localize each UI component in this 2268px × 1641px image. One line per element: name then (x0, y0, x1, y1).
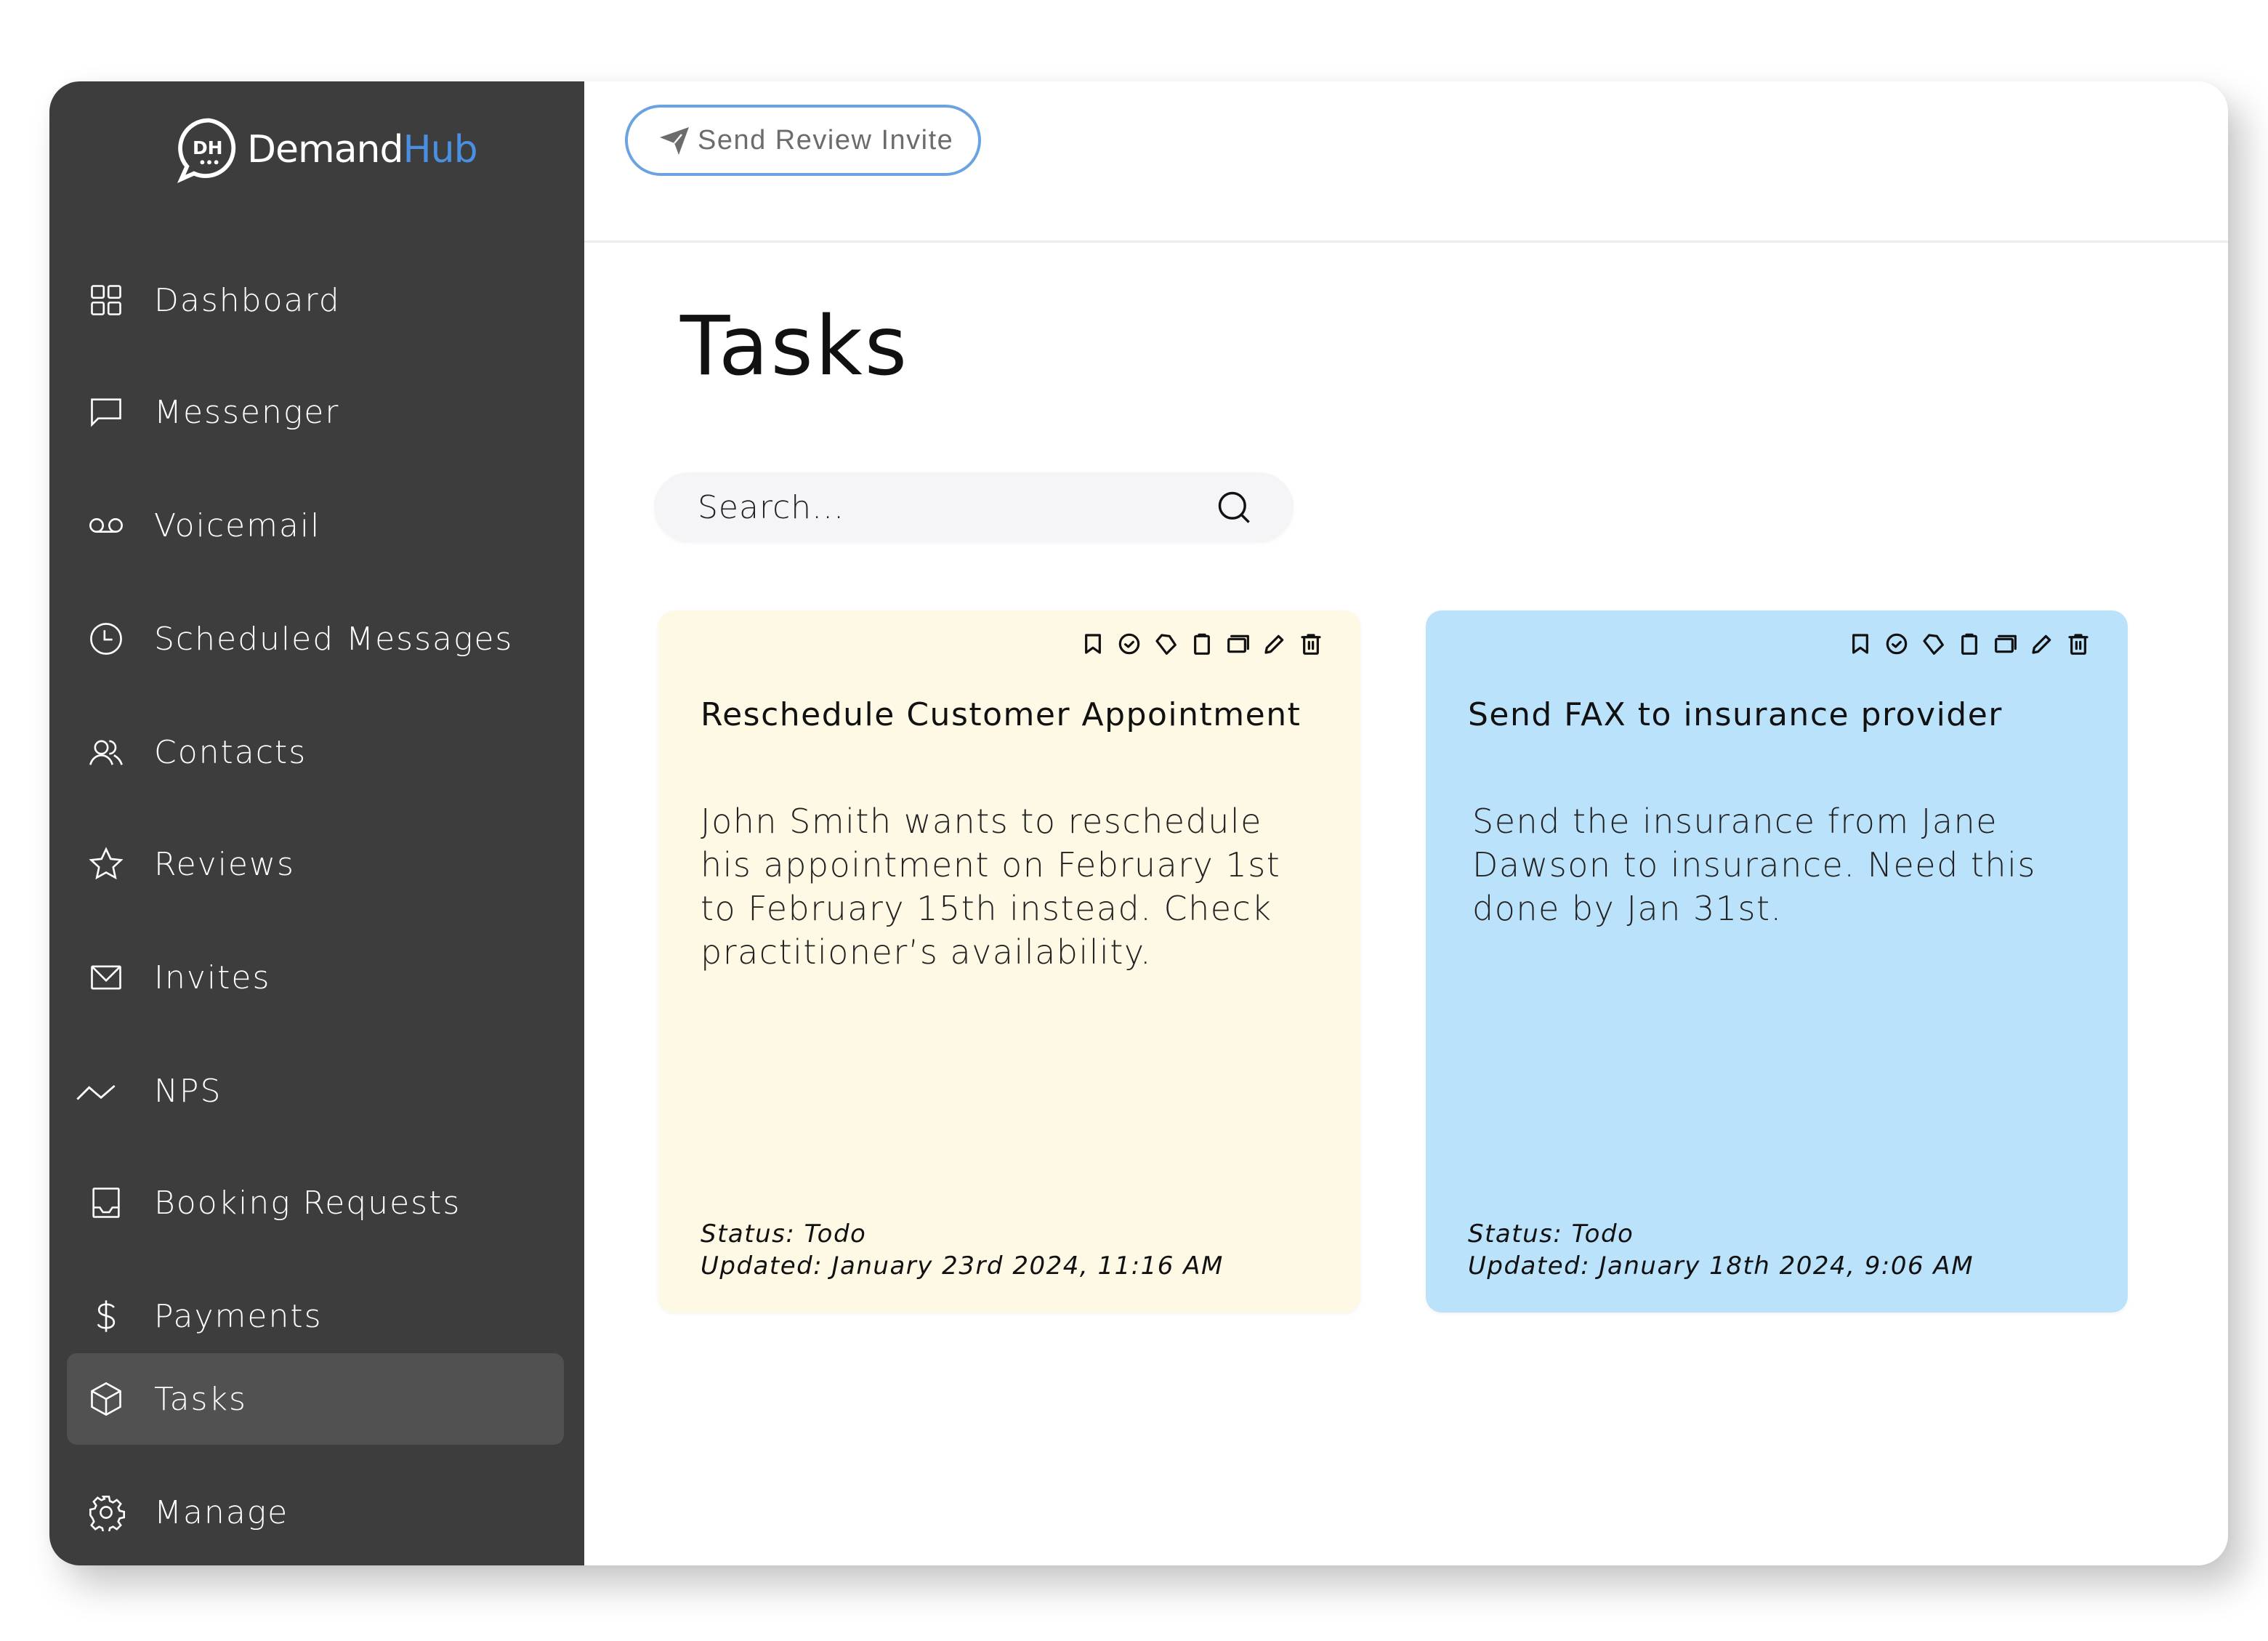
sidebar-item-label: Contacts (154, 733, 307, 771)
sidebar-item-label: Messenger (154, 393, 340, 431)
sidebar-item-booking-requests[interactable]: Booking Requests (67, 1157, 564, 1249)
bookmark-icon[interactable] (1080, 631, 1106, 657)
search-bar (654, 472, 1294, 542)
trash-icon[interactable] (2065, 631, 2091, 657)
copy-icon[interactable] (1993, 631, 2019, 657)
dollar-icon (86, 1296, 126, 1336)
check-circle-icon[interactable] (1884, 631, 1910, 657)
sidebar-item-voicemail[interactable]: Voicemail (67, 480, 564, 571)
app-window: DH DemandHub Dashboard Messenger Voicema… (49, 81, 2228, 1565)
logo-chat-icon: DH (177, 118, 236, 183)
top-bar: Send Review Invite (584, 81, 2228, 243)
brand-logo[interactable]: DH DemandHub (174, 113, 478, 186)
sidebar-item-dashboard[interactable]: Dashboard (67, 254, 564, 346)
sidebar-item-contacts[interactable]: Contacts (67, 706, 564, 798)
sidebar-item-label: Scheduled Messages (154, 620, 514, 658)
sidebar-item-label: Voicemail (154, 507, 321, 544)
sidebar-item-label: Tasks (154, 1380, 247, 1418)
grid-icon (86, 280, 126, 320)
search-input[interactable] (698, 472, 1192, 542)
voicemail-icon (86, 505, 126, 546)
clipboard-icon[interactable] (1956, 631, 1982, 657)
check-circle-icon[interactable] (1116, 631, 1142, 657)
clock-icon (86, 618, 126, 659)
task-title: Reschedule Customer Appointment (701, 696, 1302, 733)
sidebar-item-nps[interactable]: NPS (67, 1045, 564, 1137)
cube-icon (86, 1379, 126, 1419)
sidebar-item-tasks[interactable]: Tasks (67, 1353, 564, 1445)
clipboard-icon[interactable] (1189, 631, 1215, 657)
task-description: Send the insurance from Jane Dawson to i… (1472, 802, 2036, 928)
bookmark-icon[interactable] (1847, 631, 1873, 657)
task-card[interactable]: Send FAX to insurance provider Send the … (1426, 610, 2128, 1313)
send-review-invite-label: Send Review Invite (698, 124, 954, 156)
inbox-tray-icon (86, 1182, 126, 1223)
paper-plane-icon (660, 127, 689, 155)
sidebar-item-reviews[interactable]: Reviews (67, 818, 564, 910)
sidebar-item-label: Booking Requests (154, 1184, 461, 1222)
sidebar-item-label: Dashboard (154, 281, 341, 319)
trash-icon[interactable] (1298, 631, 1324, 657)
sidebar-item-messenger[interactable]: Messenger (67, 366, 564, 458)
task-updated: Updated: January 18th 2024, 9:06 AM (1468, 1251, 1974, 1281)
sidebar-item-label: NPS (154, 1072, 222, 1110)
sidebar-item-payments[interactable]: Payments (67, 1270, 564, 1362)
pencil-icon[interactable] (2029, 631, 2055, 657)
task-updated: Updated: January 23rd 2024, 11:16 AM (701, 1251, 1224, 1281)
sidebar-item-label: Manage (154, 1493, 289, 1531)
trend-line-icon (76, 1071, 116, 1111)
tag-icon[interactable] (1153, 631, 1179, 657)
task-status: Status: Todo (1468, 1219, 1634, 1249)
task-description: John Smith wants to reschedule his appoi… (701, 802, 1281, 972)
task-card[interactable]: Reschedule Customer Appointment John Smi… (658, 610, 1360, 1313)
main-content: Send Review Invite Tasks Reschedule Cust… (584, 81, 2228, 1565)
sidebar-item-invites[interactable]: Invites (67, 932, 564, 1023)
copy-icon[interactable] (1225, 631, 1251, 657)
task-meta: Status: Todo Updated: January 18th 2024,… (1468, 1218, 1974, 1282)
brand-name: DemandHub (247, 128, 478, 172)
sidebar-item-label: Reviews (154, 845, 295, 883)
sidebar-item-manage[interactable]: Manage (67, 1467, 564, 1558)
page-title: Tasks (680, 299, 910, 394)
star-icon (86, 844, 126, 884)
task-status: Status: Todo (701, 1219, 867, 1249)
sidebar-item-scheduled-messages[interactable]: Scheduled Messages (67, 593, 564, 685)
tag-icon[interactable] (1920, 631, 1946, 657)
sidebar-item-label: Payments (154, 1297, 323, 1335)
chat-bubble-icon (86, 392, 126, 432)
gear-icon (86, 1492, 126, 1533)
sidebar-item-label: Invites (154, 959, 271, 996)
envelope-icon (86, 957, 126, 998)
send-review-invite-button[interactable]: Send Review Invite (625, 105, 981, 176)
users-icon (86, 732, 126, 773)
pencil-icon[interactable] (1262, 631, 1288, 657)
task-title: Send FAX to insurance provider (1468, 696, 2003, 733)
card-actions (1080, 631, 1324, 657)
task-meta: Status: Todo Updated: January 23rd 2024,… (701, 1218, 1224, 1282)
search-icon[interactable] (1215, 488, 1253, 526)
card-actions (1847, 631, 2091, 657)
sidebar: DH DemandHub Dashboard Messenger Voicema… (49, 81, 584, 1565)
